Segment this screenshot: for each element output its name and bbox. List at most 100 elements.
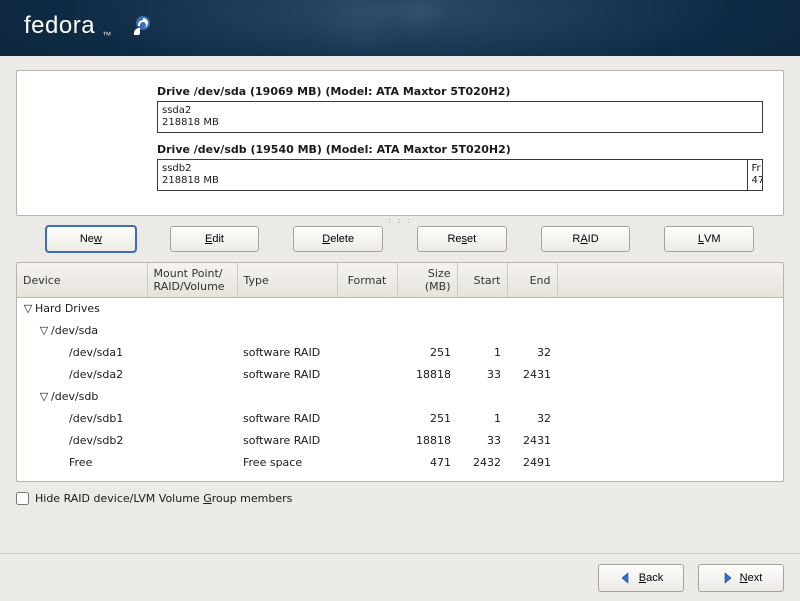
raid-button[interactable]: RAID	[541, 226, 631, 252]
size-cell: 18818	[397, 364, 457, 386]
fill-cell	[557, 386, 783, 408]
start-cell	[457, 298, 507, 320]
mount-cell	[147, 430, 237, 452]
fedora-tm: ™	[102, 30, 112, 40]
fedora-wordmark: fedora ™	[24, 12, 112, 40]
table-row[interactable]: /dev/sda1software RAID251132	[17, 342, 783, 364]
table-row[interactable]: ▽/dev/sdb	[17, 386, 783, 408]
fill-cell	[557, 408, 783, 430]
partition-button-bar: New Edit Delete Reset RAID LVM	[16, 226, 784, 256]
table-header: Device Mount Point/ RAID/Volume Type For…	[17, 263, 783, 298]
device-cell: /dev/sdb	[51, 390, 98, 403]
size-cell	[397, 298, 457, 320]
format-cell	[337, 320, 397, 342]
col-mount[interactable]: Mount Point/ RAID/Volume	[147, 263, 237, 298]
drive-seg-sda2[interactable]: ssda2 218818 MB	[158, 102, 762, 132]
drive-block-sdb: Drive /dev/sdb (19540 MB) (Model: ATA Ma…	[157, 143, 763, 191]
drive-title-sdb: Drive /dev/sdb (19540 MB) (Model: ATA Ma…	[157, 143, 763, 156]
seg-size: 47	[752, 175, 758, 187]
device-cell: /dev/sdb2	[69, 434, 123, 447]
end-cell: 32	[507, 342, 557, 364]
drive-seg-sdb2[interactable]: ssdb2 218818 MB	[158, 160, 748, 190]
new-button[interactable]: New	[46, 226, 136, 252]
col-fill	[557, 263, 783, 298]
type-cell: software RAID	[237, 408, 337, 430]
type-cell	[237, 320, 337, 342]
table-row[interactable]: /dev/sdb1software RAID251132	[17, 408, 783, 430]
delete-button[interactable]: Delete	[293, 226, 383, 252]
format-cell	[337, 430, 397, 452]
drive-title-sda: Drive /dev/sda (19069 MB) (Model: ATA Ma…	[157, 85, 763, 98]
size-cell	[397, 320, 457, 342]
seg-label: Fr	[752, 163, 758, 175]
hide-raid-checkbox-row[interactable]: Hide RAID device/LVM Volume Group member…	[16, 492, 784, 505]
fill-cell	[557, 430, 783, 452]
end-cell	[507, 386, 557, 408]
device-cell: /dev/sda	[51, 324, 98, 337]
col-end[interactable]: End	[507, 263, 557, 298]
end-cell	[507, 320, 557, 342]
fill-cell	[557, 342, 783, 364]
format-cell	[337, 364, 397, 386]
format-cell	[337, 386, 397, 408]
start-cell	[457, 320, 507, 342]
device-cell: /dev/sda2	[69, 368, 123, 381]
table-row[interactable]: FreeFree space47124322491	[17, 452, 783, 474]
edit-button[interactable]: Edit	[170, 226, 260, 252]
expander-icon[interactable]: ▽	[39, 390, 49, 403]
drive-bar-sdb[interactable]: ssdb2 218818 MB Fr 47	[157, 159, 763, 191]
table-row[interactable]: /dev/sda2 software RAID 18818332431	[17, 364, 783, 386]
hide-raid-label: Hide RAID device/LVM Volume Group member…	[35, 492, 292, 505]
seg-label: ssda2	[162, 105, 758, 117]
type-cell: software RAID	[237, 342, 337, 364]
seg-size: 218818 MB	[162, 175, 743, 187]
col-size[interactable]: Size (MB)	[397, 263, 457, 298]
back-button[interactable]: Back	[598, 564, 684, 592]
col-format[interactable]: Format	[337, 263, 397, 298]
hide-raid-checkbox[interactable]	[16, 492, 29, 505]
mount-cell	[147, 386, 237, 408]
device-cell: Hard Drives	[35, 302, 100, 315]
drive-graph-panel: Drive /dev/sda (19069 MB) (Model: ATA Ma…	[16, 70, 784, 216]
drive-block-sda: Drive /dev/sda (19069 MB) (Model: ATA Ma…	[157, 85, 763, 133]
col-device[interactable]: Device	[17, 263, 147, 298]
mount-cell	[147, 320, 237, 342]
start-cell: 33	[457, 364, 507, 386]
size-cell: 471	[397, 452, 457, 474]
type-cell: Free space	[237, 452, 337, 474]
type-cell	[237, 386, 337, 408]
pane-grip[interactable]: : : :	[16, 216, 784, 226]
wizard-footer: Back Next	[0, 553, 800, 601]
fedora-name: fedora	[24, 12, 95, 39]
type-cell: software RAID	[237, 364, 337, 386]
expander-icon[interactable]: ▽	[39, 324, 49, 337]
table-row[interactable]: /dev/sdb2software RAID18818332431	[17, 430, 783, 452]
mount-cell	[147, 364, 237, 386]
drive-bar-sda[interactable]: ssda2 218818 MB	[157, 101, 763, 133]
reset-button[interactable]: Reset	[417, 226, 507, 252]
start-cell	[457, 386, 507, 408]
end-cell: 32	[507, 408, 557, 430]
size-cell: 18818	[397, 430, 457, 452]
end-cell: 2431	[507, 364, 557, 386]
next-button[interactable]: Next	[698, 564, 784, 592]
header-banner: fedora ™	[0, 0, 800, 56]
col-start[interactable]: Start	[457, 263, 507, 298]
expander-icon[interactable]: ▽	[23, 302, 33, 315]
size-cell	[397, 386, 457, 408]
seg-size: 218818 MB	[162, 117, 758, 129]
type-cell	[237, 298, 337, 320]
col-type[interactable]: Type	[237, 263, 337, 298]
mount-cell	[147, 342, 237, 364]
device-cell: /dev/sdb1	[69, 412, 123, 425]
lvm-button[interactable]: LVM	[664, 226, 754, 252]
start-cell: 2432	[457, 452, 507, 474]
format-cell	[337, 408, 397, 430]
fill-cell	[557, 364, 783, 386]
table-row[interactable]: ▽Hard Drives	[17, 298, 783, 320]
mount-cell	[147, 298, 237, 320]
drive-seg-sdb-free[interactable]: Fr 47	[748, 160, 762, 190]
device-cell: Free	[69, 456, 92, 469]
end-cell	[507, 298, 557, 320]
table-row[interactable]: ▽/dev/sda	[17, 320, 783, 342]
